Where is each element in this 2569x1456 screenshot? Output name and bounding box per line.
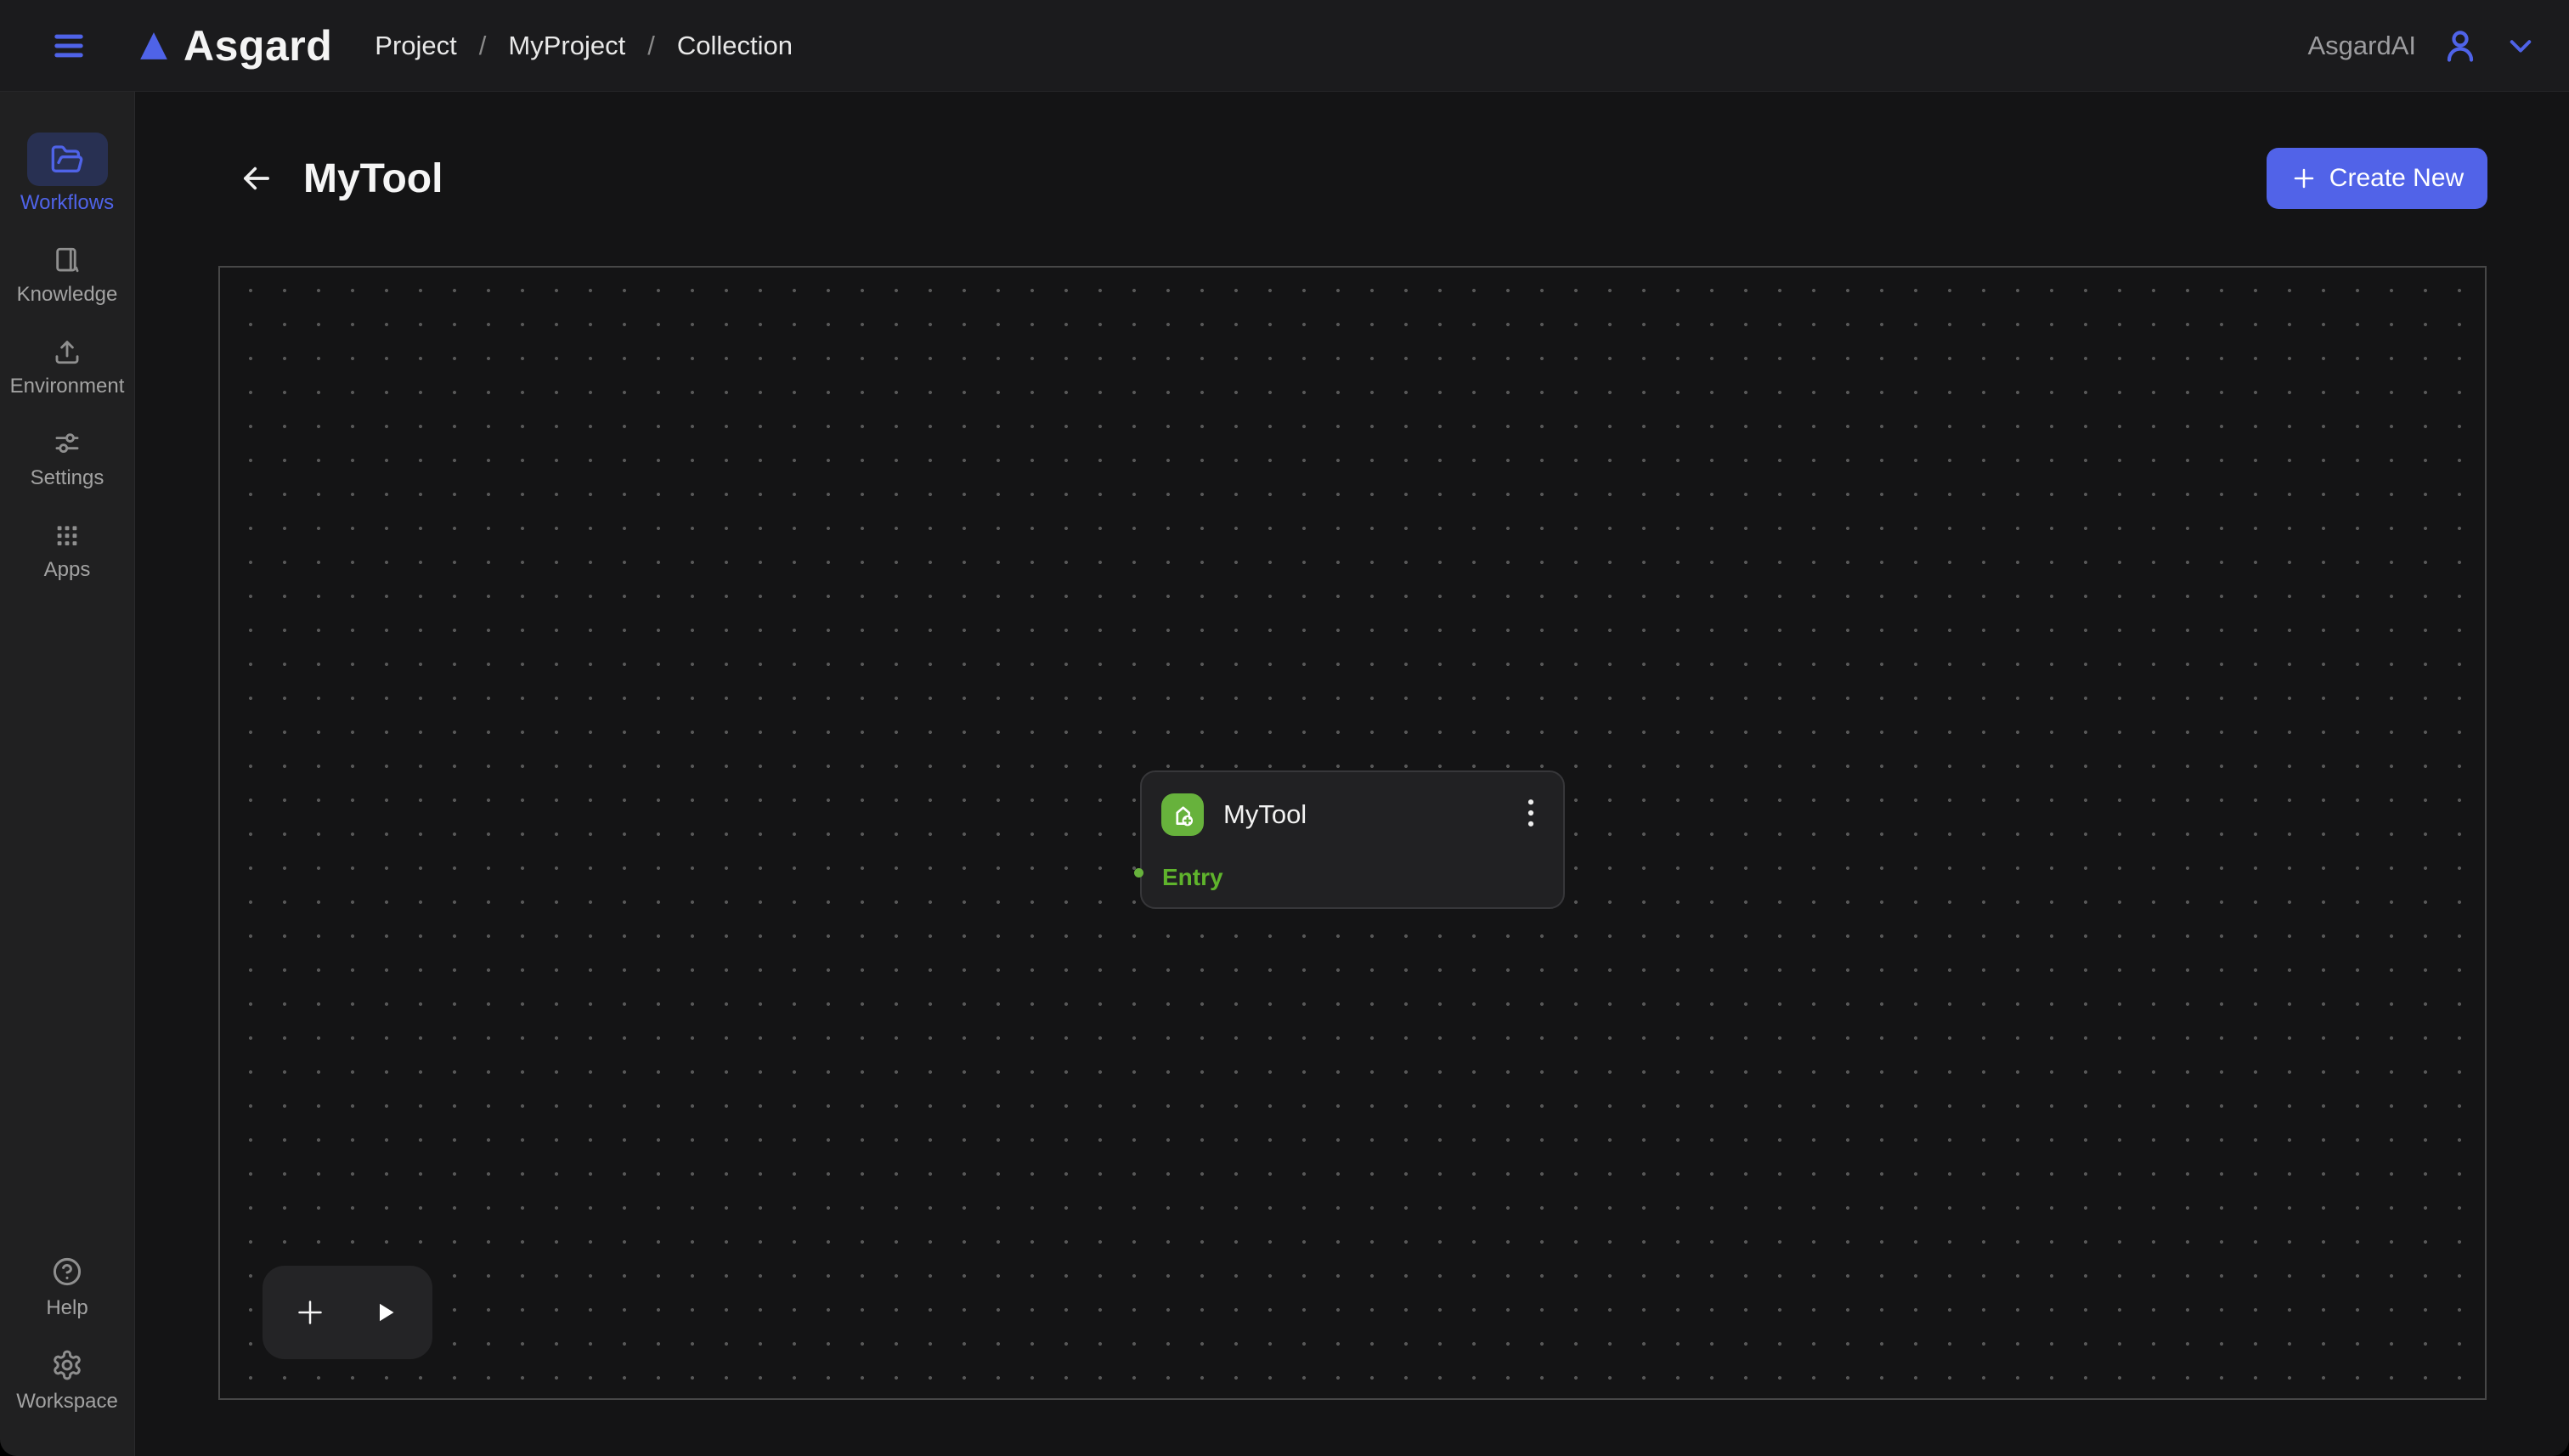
plus-icon xyxy=(293,1295,327,1329)
hamburger-menu-button[interactable] xyxy=(49,25,99,67)
add-node-button[interactable] xyxy=(291,1294,329,1331)
run-button[interactable] xyxy=(366,1294,404,1331)
plus-icon xyxy=(2290,165,2318,192)
sidebar-footer: Help Workspace xyxy=(0,1256,134,1414)
back-button[interactable] xyxy=(235,157,278,200)
node-icon-badge xyxy=(1161,793,1204,836)
account-name: AsgardAI xyxy=(2307,31,2416,61)
sidebar-item-settings[interactable]: Settings xyxy=(31,429,104,490)
play-icon xyxy=(370,1297,400,1328)
workflow-node-mytool[interactable]: MyTool Entry xyxy=(1140,770,1565,909)
chevron-down-icon xyxy=(2504,30,2537,62)
sidebar-item-environment[interactable]: Environment xyxy=(10,337,125,398)
breadcrumb-collection[interactable]: Collection xyxy=(677,31,793,61)
sidebar-item-label: Environment xyxy=(10,375,125,398)
triangle-logo-icon xyxy=(136,29,172,63)
sidebar-item-apps[interactable]: Apps xyxy=(44,521,91,582)
logo-text: Asgard xyxy=(184,21,332,71)
sidebar-item-label: Workflows xyxy=(20,191,114,215)
topbar: Asgard Project / MyProject / Collection … xyxy=(0,0,2569,92)
node-menu-button[interactable] xyxy=(1516,791,1546,838)
sidebar-item-label: Help xyxy=(46,1296,88,1320)
sidebar-item-workspace[interactable]: Workspace xyxy=(16,1349,118,1414)
sidebar-item-label: Apps xyxy=(44,558,91,582)
arrow-left-icon xyxy=(237,161,276,196)
hamburger-icon xyxy=(49,29,88,63)
node-port-label: Entry xyxy=(1162,864,1223,891)
page-title: MyTool xyxy=(303,155,443,202)
app-logo[interactable]: Asgard xyxy=(136,21,332,71)
sidebar-item-workflows[interactable]: Workflows xyxy=(20,133,114,215)
sidebar-item-label: Settings xyxy=(31,466,104,490)
create-new-button[interactable]: Create New xyxy=(2267,148,2487,209)
home-plus-icon xyxy=(1168,800,1197,829)
asgard-app: Asgard Project / MyProject / Collection … xyxy=(0,0,2569,1456)
breadcrumb-myproject[interactable]: MyProject xyxy=(508,31,625,61)
sidebar-nav: Workflows Knowledge xyxy=(0,92,134,582)
main-content: MyTool Create New MyTool xyxy=(135,92,2569,1456)
user-icon xyxy=(2442,27,2479,65)
page-header: MyTool Create New xyxy=(235,146,2487,211)
gear-icon xyxy=(51,1349,83,1381)
sidebar-item-knowledge[interactable]: Knowledge xyxy=(17,245,118,307)
sidebar: Workflows Knowledge xyxy=(0,92,135,1456)
create-new-label: Create New xyxy=(2329,164,2464,193)
canvas-toolbar xyxy=(263,1266,432,1359)
kebab-menu-icon xyxy=(1522,794,1540,835)
breadcrumb-project[interactable]: Project xyxy=(375,31,456,61)
folder-open-icon xyxy=(50,143,84,177)
sidebar-item-label: Knowledge xyxy=(17,283,118,307)
help-circle-icon xyxy=(51,1256,83,1288)
node-input-port[interactable] xyxy=(1134,868,1143,878)
book-icon xyxy=(53,245,82,274)
sidebar-item-label: Workspace xyxy=(16,1390,118,1414)
sidebar-item-help[interactable]: Help xyxy=(46,1256,88,1320)
workflow-canvas[interactable]: MyTool Entry xyxy=(218,266,2487,1400)
upload-icon xyxy=(53,337,82,366)
breadcrumb: Project / MyProject / Collection xyxy=(375,31,793,61)
node-title: MyTool xyxy=(1223,793,1307,836)
breadcrumb-separator: / xyxy=(479,31,487,61)
sliders-icon xyxy=(53,429,82,458)
grid-icon xyxy=(53,521,82,550)
account-menu[interactable]: AsgardAI xyxy=(2307,27,2537,65)
breadcrumb-separator: / xyxy=(647,31,655,61)
